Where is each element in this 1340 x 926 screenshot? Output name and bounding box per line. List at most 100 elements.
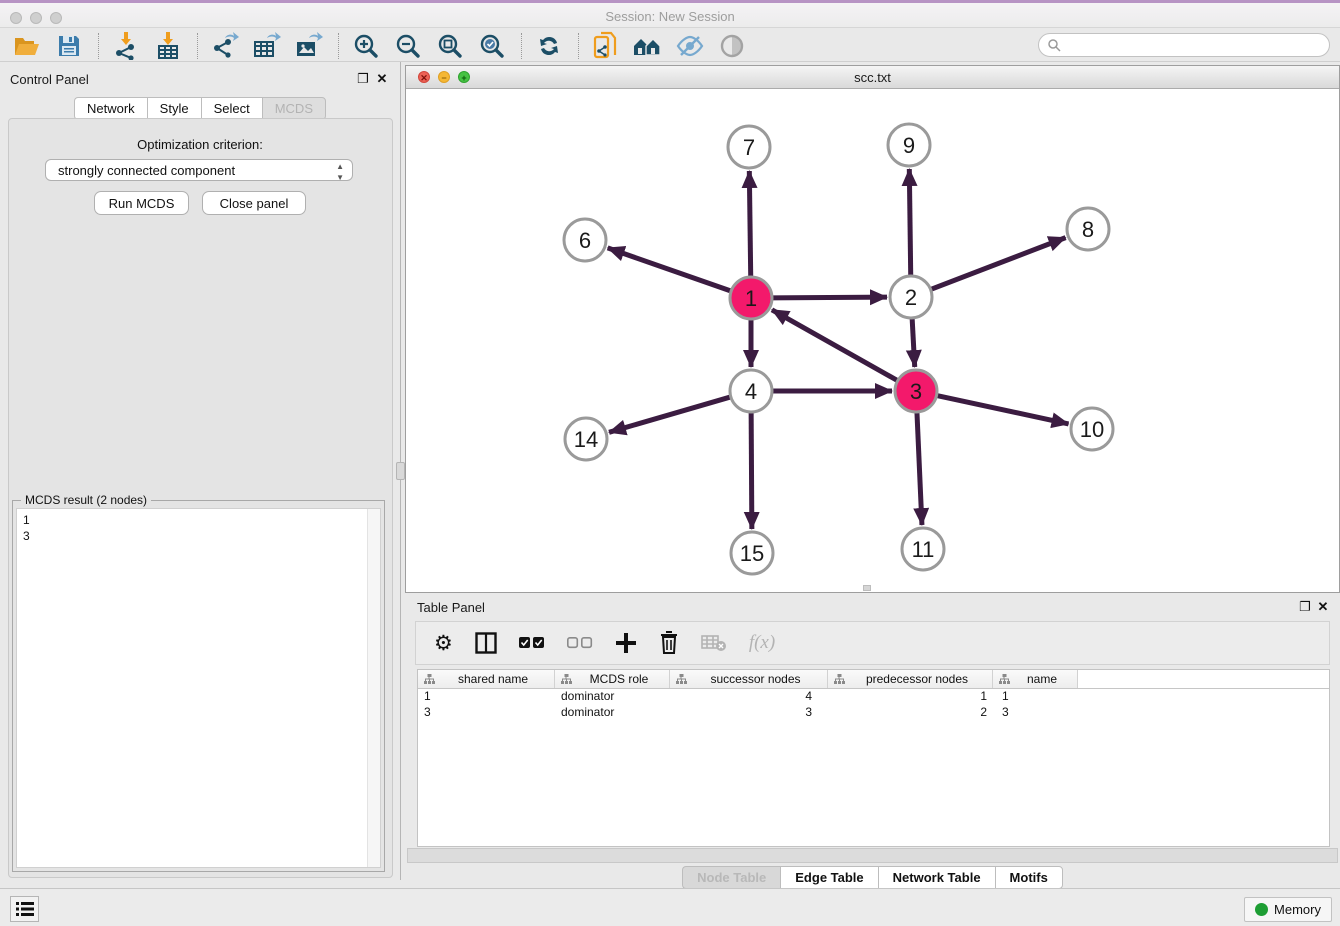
node-8[interactable]: 8	[1067, 208, 1109, 250]
cell-mcds-role[interactable]: dominator	[555, 689, 670, 705]
tab-mcds[interactable]: MCDS	[262, 97, 326, 120]
save-session-icon[interactable]	[52, 32, 86, 60]
column-header-mcds-role[interactable]: MCDS role	[555, 670, 670, 688]
toolbar-separator	[197, 33, 198, 59]
float-panel-icon[interactable]: ❐	[356, 72, 370, 86]
level-of-detail-icon[interactable]	[715, 32, 749, 60]
cell-name[interactable]: 3	[993, 705, 1078, 721]
edge-2-3[interactable]	[912, 316, 915, 367]
network-window-titlebar[interactable]: ✕ − + scc.txt	[406, 66, 1339, 89]
network-title: scc.txt	[406, 70, 1339, 85]
node-15[interactable]: 15	[731, 532, 773, 574]
export-image-icon[interactable]	[292, 32, 326, 60]
search-field[interactable]	[1038, 33, 1330, 57]
hide-graphics-icon[interactable]	[673, 32, 707, 60]
tab-node-table[interactable]: Node Table	[682, 866, 780, 889]
node-10[interactable]: 10	[1071, 408, 1113, 450]
column-header-name[interactable]: name	[993, 670, 1078, 688]
cell-predecessor-nodes[interactable]: 2	[828, 705, 993, 721]
criterion-value: strongly connected component	[58, 163, 235, 178]
cell-successor-nodes[interactable]: 3	[670, 705, 828, 721]
zoom-selected-icon[interactable]	[475, 32, 509, 60]
task-history-button[interactable]	[10, 896, 39, 922]
edge-4-15[interactable]	[751, 410, 752, 529]
node-14[interactable]: 14	[565, 418, 607, 460]
edge-1-2[interactable]	[770, 297, 887, 298]
cell-shared-name[interactable]: 1	[418, 689, 555, 705]
export-table-icon[interactable]	[250, 32, 284, 60]
table-panel-title: Table Panel	[417, 600, 485, 615]
edge-4-14[interactable]	[609, 396, 733, 432]
search-input[interactable]	[1065, 38, 1315, 53]
run-mcds-button[interactable]: Run MCDS	[94, 191, 189, 215]
import-network-icon[interactable]	[109, 32, 143, 60]
close-panel-button[interactable]: Close panel	[202, 191, 306, 215]
network-canvas[interactable]: 7 9 6 8 1 2 4 3 14 10 15 11	[406, 89, 1339, 592]
toolbar-separator	[578, 33, 579, 59]
delete-icon[interactable]	[659, 630, 679, 656]
memory-button[interactable]: Memory	[1244, 897, 1332, 922]
network-resize-handle[interactable]	[863, 585, 871, 591]
cell-successor-nodes[interactable]: 4	[670, 689, 828, 705]
cell-shared-name[interactable]: 3	[418, 705, 555, 721]
edge-3-11[interactable]	[917, 410, 922, 525]
tab-network[interactable]: Network	[74, 97, 147, 120]
column-header-predecessor-nodes[interactable]: predecessor nodes	[828, 670, 993, 688]
edge-3-1[interactable]	[772, 310, 900, 382]
open-session-icon[interactable]	[10, 32, 44, 60]
network-overview-icon[interactable]	[631, 32, 665, 60]
node-6[interactable]: 6	[564, 219, 606, 261]
edge-3-10[interactable]	[935, 395, 1069, 424]
mcds-result-textarea[interactable]: 1 3	[16, 508, 381, 868]
close-panel-icon[interactable]: ✕	[375, 72, 389, 86]
table-panel-tabs: Node TableEdge TableNetwork TableMotifs	[405, 866, 1340, 889]
tab-motifs[interactable]: Motifs	[995, 866, 1063, 889]
edge-1-6[interactable]	[608, 248, 733, 292]
export-network-icon[interactable]	[208, 32, 242, 60]
column-header-shared-name[interactable]: shared name	[418, 670, 555, 688]
refresh-icon[interactable]	[532, 32, 566, 60]
edge-2-8[interactable]	[929, 238, 1066, 291]
gear-icon[interactable]: ⚙	[434, 630, 453, 656]
tab-style[interactable]: Style	[147, 97, 201, 120]
zoom-out-icon[interactable]	[391, 32, 425, 60]
zoom-fit-icon[interactable]	[433, 32, 467, 60]
optimization-criterion-label: Optimization criterion:	[0, 137, 400, 152]
zoom-in-icon[interactable]	[349, 32, 383, 60]
result-scrollbar[interactable]	[367, 509, 380, 867]
cell-mcds-role[interactable]: dominator	[555, 705, 670, 721]
node-2[interactable]: 2	[890, 276, 932, 318]
node-7[interactable]: 7	[728, 126, 770, 168]
window-title: Session: New Session	[0, 9, 1340, 24]
node-3[interactable]: 3	[895, 370, 937, 412]
deselect-all-icon[interactable]	[567, 630, 593, 656]
clone-network-icon[interactable]	[589, 32, 623, 60]
edge-1-7[interactable]	[749, 171, 750, 279]
node-4[interactable]: 4	[730, 370, 772, 412]
node-1[interactable]: 1	[730, 277, 772, 319]
vertical-splitter-handle[interactable]	[396, 462, 405, 480]
criterion-select[interactable]: strongly connected component ▲▼	[45, 159, 353, 181]
close-panel-icon[interactable]: ✕	[1316, 600, 1330, 614]
table-row[interactable]: 1dominator411	[418, 689, 1329, 705]
cell-predecessor-nodes[interactable]: 1	[828, 689, 993, 705]
import-table-icon[interactable]	[151, 32, 185, 60]
node-table[interactable]: shared nameMCDS rolesuccessor nodesprede…	[417, 669, 1330, 847]
cell-name[interactable]: 1	[993, 689, 1078, 705]
float-panel-icon[interactable]: ❐	[1298, 600, 1312, 614]
function-builder-icon[interactable]: f(x)	[749, 630, 775, 656]
columns-icon[interactable]	[475, 630, 497, 656]
edge-2-9[interactable]	[909, 169, 910, 278]
node-9[interactable]: 9	[888, 124, 930, 166]
control-panel-tabs: NetworkStyleSelectMCDS	[0, 97, 400, 120]
add-icon[interactable]	[615, 630, 637, 656]
delete-table-icon[interactable]	[701, 630, 727, 656]
table-row[interactable]: 3dominator323	[418, 705, 1329, 721]
column-header-successor-nodes[interactable]: successor nodes	[670, 670, 828, 688]
tab-network-table[interactable]: Network Table	[878, 866, 995, 889]
node-11[interactable]: 11	[902, 528, 944, 570]
table-horizontal-scrollbar[interactable]	[407, 848, 1338, 863]
select-all-icon[interactable]	[519, 630, 545, 656]
tab-edge-table[interactable]: Edge Table	[780, 866, 877, 889]
tab-select[interactable]: Select	[201, 97, 262, 120]
